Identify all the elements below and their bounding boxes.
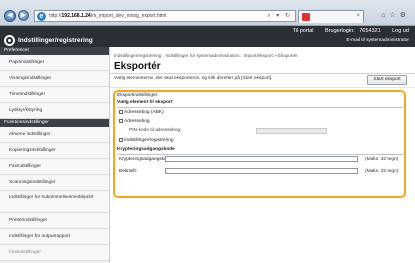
sidebar-item-output-report[interactable]: Indstillinger for outputrapport [0,229,109,245]
checkbox-address-book-abk[interactable] [119,110,123,114]
header-links: Til portal Brugerlogin: 7654321 Log ud [283,28,409,34]
divider [110,73,415,74]
gear-icon [4,35,15,46]
close-icon[interactable]: × [356,13,360,19]
divider [110,87,415,88]
checkbox-settings[interactable] [119,138,123,142]
sidebar-item-copy[interactable]: Kopieringsindstillinger [0,143,109,159]
sidebar-item-printer[interactable]: Printerindstillinger [0,213,109,229]
encryption-heading: Krypteringsadgangskode [117,147,175,152]
start-export-button[interactable]: Start eksport [367,75,407,85]
option-label: Adressebog (ABK) [124,110,164,115]
browser-toolbar: ◀ ▶ e http://192.168.1.24/m_import_dev_n… [0,0,415,26]
divider [117,107,403,108]
settings-title: Indstillinger/registrering [18,37,93,44]
confirm-max-hint: (Maks. 32 tegn) [365,169,399,174]
sidebar-item-timer[interactable]: Timerindstillinger [0,87,109,103]
option-label: Indstillinger/registrering [124,138,174,143]
sidebar-item-volume[interactable]: Lydstyr/kstyring [0,103,109,119]
browser-logo-icon: e [37,12,46,21]
forward-arrow-icon[interactable]: ▶ [18,10,29,21]
refresh-icon[interactable]: ⌕ ▾ ↻ [267,12,292,20]
logout-link[interactable]: Log ud [392,28,409,34]
sidebar-item-common[interactable]: Almene indstillinger [0,127,109,143]
instruction-text: Vælg elementerne, der skal eksporteres, … [114,76,273,81]
option-label: Adressebog [124,119,150,124]
sidebar-item-paper[interactable]: Papirindstillinger [0,55,109,71]
user-id: 7654321 [359,28,381,34]
export-settings-panel: Eksportindstillinger: Vælg element til e… [113,90,406,198]
panel-title: Eksportindstillinger: [117,93,159,98]
confirm-label: Bekræft: [119,169,138,174]
url-text: http://192.168.1.24/m_import_dev_nmsg_ex… [49,13,167,19]
sidebar-item-fax-2[interactable]: Faxindstillinger [0,245,109,261]
sidebar-item-display[interactable]: Visningsindstillinger [0,71,109,87]
back-arrow-icon[interactable]: ◀ [4,10,16,22]
sidebar: Preferencer Papirindstillinger Visningsi… [0,47,110,263]
tab-favicon-icon [302,13,310,21]
sidebar-section-functions: Funktionsindstillinger [0,119,109,127]
home-star-gear-icons[interactable]: ⌂☆⚙ [381,11,410,19]
pin-input [256,128,327,134]
option-address-book-abk[interactable]: Adressebog (ABK) [119,110,164,115]
confirm-password-input[interactable] [165,168,358,174]
sidebar-item-fax[interactable]: Faxindstillinger [0,159,109,175]
page-title: Eksportér [114,61,161,72]
sidebar-item-memory-media-print[interactable]: Indstillinger for hukommelsesmedieprint [0,191,109,213]
portal-link[interactable]: Til portal [293,28,314,34]
checkbox-address-book[interactable] [119,119,123,123]
password-max-hint: (Maks. 32 tegn) [365,157,399,162]
pin-label: PIN-kode til adressebog: [129,128,182,133]
option-settings[interactable]: Indstillinger/registrering [119,138,174,143]
password-input[interactable] [165,156,358,162]
option-address-book[interactable]: Adressebog [119,119,150,124]
address-bar[interactable]: e http://192.168.1.24/m_import_dev_nmsg_… [34,10,296,22]
main-content: Indstillinger/registrering : Indstilling… [110,47,415,263]
email-admin-link[interactable]: E-mail til systemadministrator [346,38,409,43]
select-heading: Vælg element til eksport [117,100,173,105]
sidebar-section-preferences: Preferencer [0,47,109,55]
browser-tab[interactable]: × [298,10,364,23]
user-login-label: Brugerlogin: [325,28,355,34]
breadcrumb: Indstillinger/registrering : Indstilling… [114,53,298,58]
divider [117,154,403,155]
sidebar-item-scan[interactable]: Scanningsindstillinger [0,175,109,191]
